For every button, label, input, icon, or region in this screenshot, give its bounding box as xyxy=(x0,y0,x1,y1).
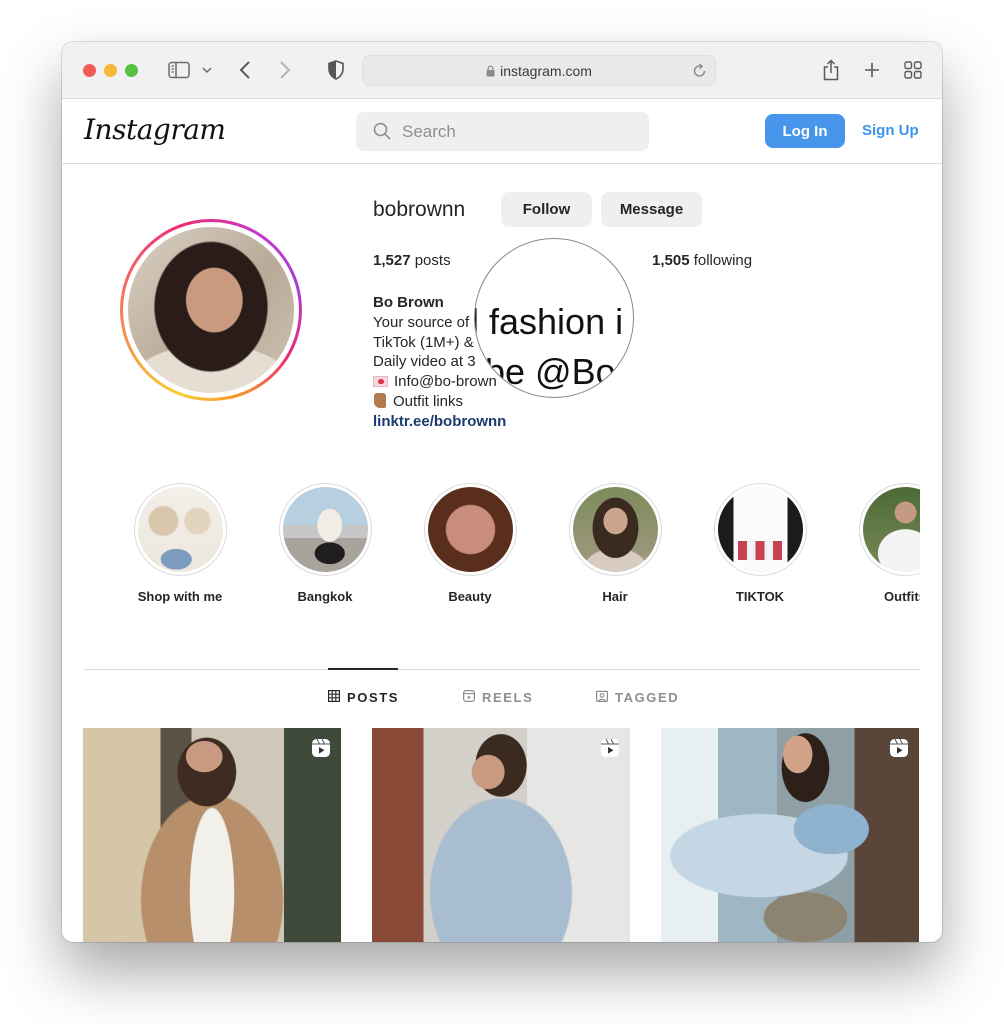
following-count[interactable]: 1,505 following xyxy=(652,252,752,269)
chevron-right-icon[interactable] xyxy=(276,58,294,82)
highlight-item[interactable]: Shop with me xyxy=(130,483,230,604)
highlight-ring xyxy=(423,483,517,576)
following-count-label: following xyxy=(693,252,753,269)
minimize-window-button[interactable] xyxy=(104,64,117,77)
chevron-down-icon[interactable] xyxy=(200,58,214,82)
highlight-ring xyxy=(133,483,227,576)
highlight-item[interactable]: Beauty xyxy=(420,483,520,604)
browser-window: instagram.com Instagram Log In Sign Up xyxy=(62,42,942,942)
reel-icon xyxy=(311,738,331,758)
tagged-icon xyxy=(596,690,609,705)
chevron-left-icon[interactable] xyxy=(236,58,254,82)
zoom-window-button[interactable] xyxy=(125,64,138,77)
search-input[interactable] xyxy=(402,112,632,151)
highlight-label: Hair xyxy=(602,589,628,604)
magnified-text-line: l fashion i xyxy=(474,301,624,342)
highlight-label: Beauty xyxy=(448,589,492,604)
tab-posts[interactable]: POSTS xyxy=(328,690,399,705)
highlight-ring xyxy=(713,483,807,576)
reels-icon xyxy=(463,690,476,705)
envelope-heart-icon xyxy=(373,376,388,388)
profile-username: bobrownn xyxy=(373,198,466,221)
tab-label: POSTS xyxy=(347,690,400,705)
highlight-ring xyxy=(278,483,372,576)
highlight-label: Bangkok xyxy=(297,589,353,604)
posts-count-value: 1,527 xyxy=(373,252,411,269)
highlight-ring xyxy=(858,483,920,576)
search-icon xyxy=(373,122,391,145)
instagram-logo[interactable]: Instagram xyxy=(84,113,226,146)
magnifier-overlay: l fashion i be @Bo xyxy=(474,238,634,398)
highlight-item[interactable]: Bangkok xyxy=(275,483,375,604)
avatar-image xyxy=(128,227,294,393)
highlight-cover xyxy=(717,487,803,572)
reel-icon xyxy=(600,738,620,758)
active-tab-indicator xyxy=(328,668,398,670)
pointing-down-icon xyxy=(374,392,386,408)
posts-count-label: posts xyxy=(414,252,451,269)
log-in-button[interactable]: Log In xyxy=(765,114,845,148)
reload-icon[interactable] xyxy=(693,62,707,83)
search-box[interactable] xyxy=(356,112,649,151)
sign-up-link[interactable]: Sign Up xyxy=(862,122,919,139)
post-thumbnail[interactable] xyxy=(83,728,341,942)
highlight-cover xyxy=(427,487,513,572)
magnified-text-line: be @Bo xyxy=(485,351,616,392)
post-thumbnail[interactable] xyxy=(661,728,919,942)
following-count-value: 1,505 xyxy=(652,252,690,269)
address-bar[interactable]: instagram.com xyxy=(362,55,716,86)
safari-toolbar: instagram.com xyxy=(62,42,942,99)
reel-icon xyxy=(889,738,909,758)
bio-outfit-text: Outfit links xyxy=(393,392,464,410)
highlight-item[interactable]: Hair xyxy=(565,483,665,604)
grid-icon xyxy=(328,690,341,705)
shield-icon[interactable] xyxy=(326,58,346,82)
post-thumbnail[interactable] xyxy=(372,728,630,942)
profile-avatar[interactable] xyxy=(120,219,302,401)
tabs-divider xyxy=(84,669,920,670)
message-button[interactable]: Message xyxy=(601,192,702,227)
highlight-cover xyxy=(282,487,368,572)
highlight-item[interactable]: Outfits xyxy=(855,483,920,604)
highlight-cover xyxy=(137,487,223,572)
follow-button[interactable]: Follow xyxy=(501,192,592,227)
highlight-label: Shop with me xyxy=(137,589,223,604)
highlight-cover xyxy=(572,487,658,572)
tab-label: TAGGED xyxy=(615,690,680,705)
url-text: instagram.com xyxy=(500,63,592,79)
sidebar-icon[interactable] xyxy=(168,58,190,82)
lock-icon xyxy=(486,64,495,80)
tab-tagged[interactable]: TAGGED xyxy=(596,690,679,705)
instagram-header: Instagram Log In Sign Up xyxy=(62,99,942,164)
tabs-grid-icon[interactable] xyxy=(902,58,924,82)
avatar-border xyxy=(123,222,299,398)
share-icon[interactable] xyxy=(820,58,842,82)
bio-link[interactable]: linktr.ee/bobrownn xyxy=(373,412,506,432)
plus-icon[interactable] xyxy=(862,58,882,82)
highlight-cover xyxy=(862,487,920,572)
tab-label: REELS xyxy=(482,690,534,705)
posts-count: 1,527 posts xyxy=(373,252,451,269)
story-highlights: Shop with me Bangkok Beauty Hair TIKTOK … xyxy=(130,483,920,623)
tab-reels[interactable]: REELS xyxy=(463,690,533,705)
bio-email: Info@bo-brown xyxy=(394,373,497,391)
highlight-label: Outfits xyxy=(884,589,920,604)
bio-line-outfits: Outfit links xyxy=(373,392,506,412)
close-window-button[interactable] xyxy=(83,64,96,77)
highlight-label: TIKTOK xyxy=(735,589,785,604)
highlight-item[interactable]: TIKTOK xyxy=(710,483,810,604)
highlight-ring xyxy=(568,483,662,576)
